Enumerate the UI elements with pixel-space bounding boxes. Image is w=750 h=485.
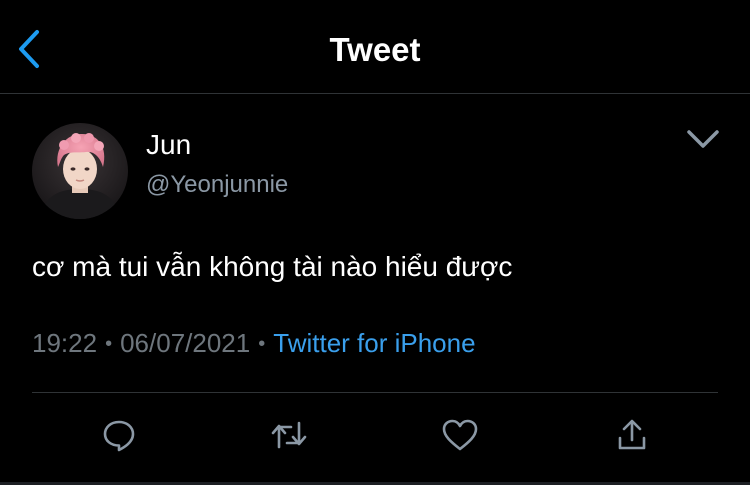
- top-nav-bar: Tweet: [0, 0, 750, 94]
- page-title: Tweet: [329, 31, 421, 68]
- share-button[interactable]: [607, 410, 657, 460]
- avatar-image: [32, 123, 128, 219]
- divider: [32, 392, 718, 393]
- tweet-source-link[interactable]: Twitter for iPhone: [273, 328, 475, 358]
- tweet-date: 06/07/2021: [120, 328, 251, 358]
- author-name[interactable]: Jun: [146, 128, 191, 162]
- share-icon: [618, 419, 646, 450]
- like-button[interactable]: [435, 410, 485, 460]
- author-handle[interactable]: @Yeonjunnie: [146, 170, 288, 200]
- meta-separator: •: [258, 333, 266, 355]
- chevron-down-icon: [687, 130, 719, 148]
- retweet-icon: [271, 421, 307, 449]
- tweet-time: 19:22: [32, 328, 98, 358]
- retweet-button[interactable]: [264, 410, 314, 460]
- more-options-button[interactable]: [684, 124, 722, 154]
- meta-separator: •: [105, 333, 113, 355]
- reply-icon: [103, 420, 135, 452]
- avatar[interactable]: [32, 123, 128, 219]
- tweet-actions-bar: [0, 410, 750, 460]
- reply-button[interactable]: [94, 410, 144, 460]
- tweet-text: cơ mà tui vẫn không tài nào hiểu được: [32, 251, 513, 282]
- heart-icon: [442, 419, 478, 451]
- tweet-meta: 19:22 • 06/07/2021 • Twitter for iPhone: [32, 326, 476, 361]
- tweet-detail-screen: Tweet Jun @Yeonjunnie cơ mà tui vẫn khôn…: [0, 0, 750, 485]
